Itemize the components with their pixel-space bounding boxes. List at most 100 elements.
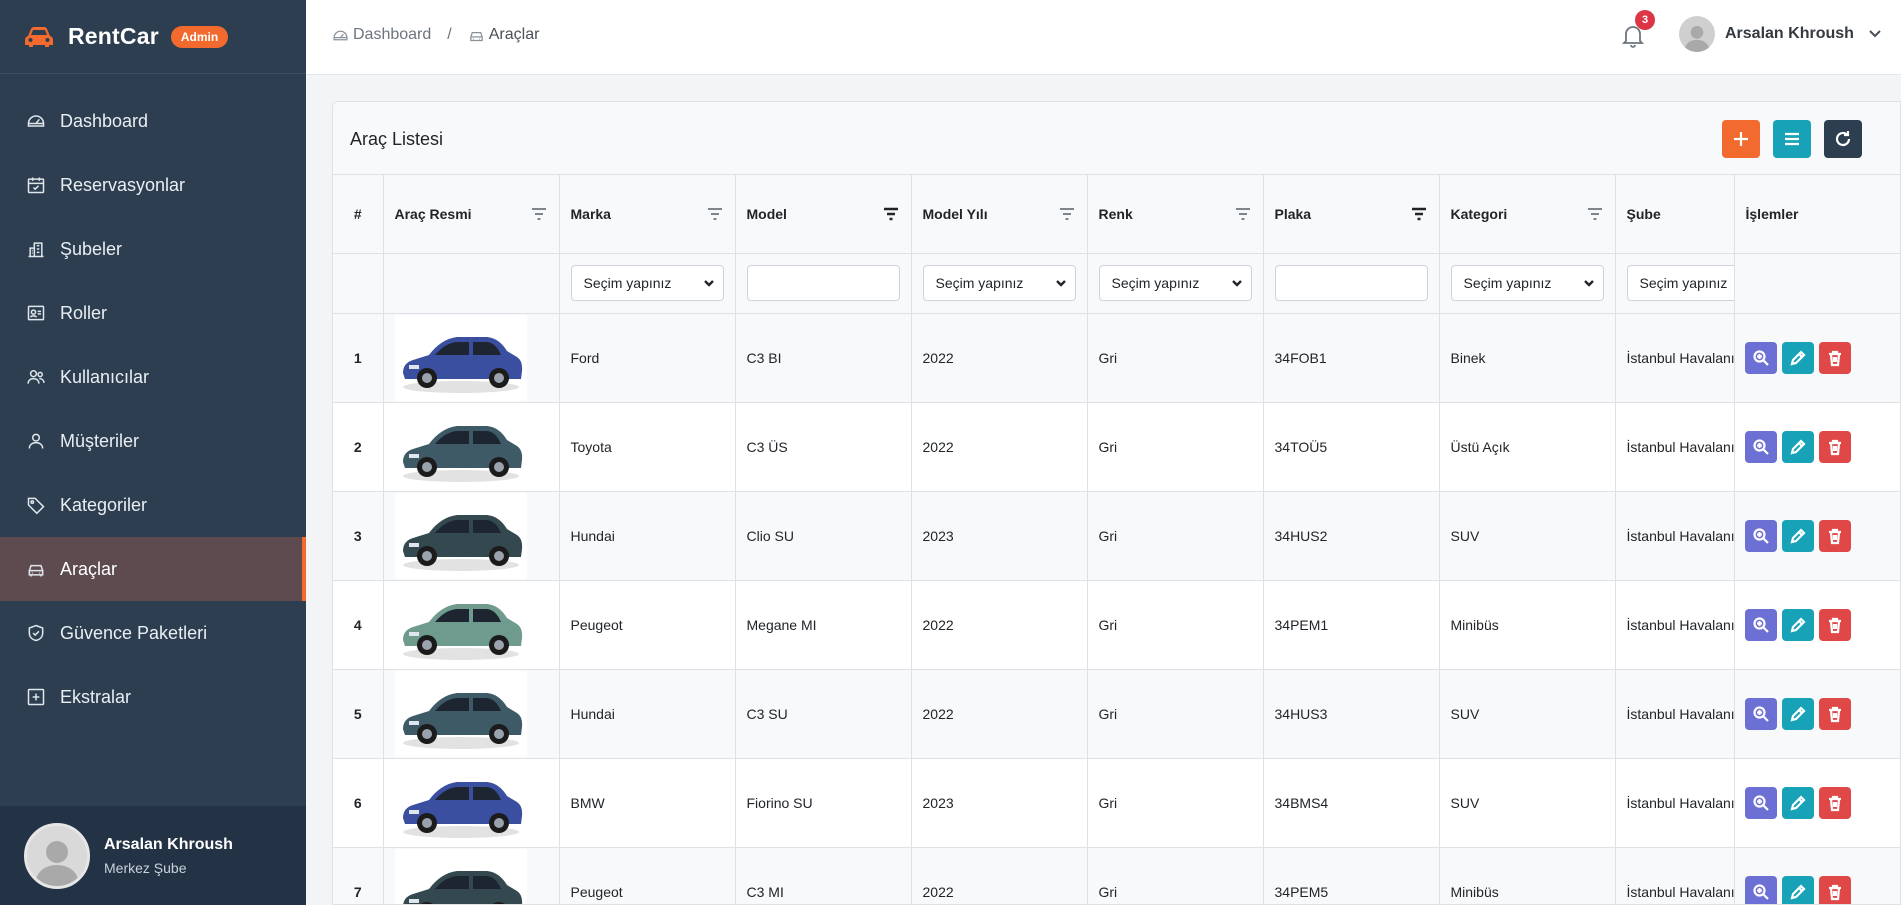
row-model: Megane MI [735,580,912,670]
delete-button[interactable] [1818,697,1851,730]
view-button[interactable] [1744,608,1777,641]
calendar-icon [27,177,45,194]
vehicle-image [394,314,527,401]
vehicle-table: # Araç Resmi Marka Model Model Yılı Renk… [333,175,1900,904]
filter-icon[interactable] [1234,205,1252,223]
trash-icon [1828,439,1841,455]
edit-button[interactable] [1781,697,1814,730]
edit-button[interactable] [1781,430,1814,463]
col-header-category[interactable]: Kategori [1439,175,1616,254]
col-header-plate[interactable]: Plaka [1263,175,1440,254]
sidebar-item-branches[interactable]: Şubeler [0,217,306,281]
col-header-brand[interactable]: Marka [559,175,736,254]
delete-button[interactable] [1818,608,1851,641]
sidebar-item-roles[interactable]: Roller [0,281,306,345]
table-row: 4 Peugeot Megane MI 2022 Gri 34PEM1 Mini… [333,580,1900,670]
year-filter-select[interactable]: Seçim yapınız [922,265,1076,301]
branch-filter-select[interactable]: Seçim yapınız [1626,265,1733,301]
breadcrumb-home[interactable]: Dashboard [332,26,431,44]
filter-cell-empty [1734,253,1900,314]
view-button[interactable] [1744,786,1777,819]
edit-button[interactable] [1781,341,1814,374]
brand-filter-select[interactable]: Seçim yapınız [570,265,724,301]
plate-filter-input[interactable] [1274,265,1428,301]
notifications-button[interactable]: 3 [1621,10,1655,50]
menu-icon [1785,132,1799,146]
sidebar-item-reservations[interactable]: Reservasyonlar [0,153,306,217]
row-number: 7 [333,847,384,904]
avatar-placeholder-icon [35,840,79,886]
filter-active-icon[interactable] [882,205,900,223]
filter-icon[interactable] [706,205,724,223]
row-branch: İstanbul Havalanı [1615,580,1735,670]
chevron-down-icon [1869,30,1881,38]
color-filter-select[interactable]: Seçim yapınız [1098,265,1252,301]
delete-button[interactable] [1818,519,1851,552]
filter-active-icon[interactable] [1410,205,1428,223]
col-header-color[interactable]: Renk [1087,175,1264,254]
sidebar-item-vehicles[interactable]: Araçlar [0,537,306,601]
refresh-button[interactable] [1824,120,1862,158]
delete-button[interactable] [1818,875,1851,904]
sidebar: RentCar Admin Dashboard Reservasyonlar Ş… [0,0,306,905]
col-header-label: Renk [1098,205,1133,222]
sidebar-item-categories[interactable]: Kategoriler [0,473,306,537]
row-plate: 34TOÜ5 [1263,402,1440,492]
card-header: Araç Listesi [333,102,1900,175]
sidebar-user-card[interactable]: Arsalan Khroush Merkez Şube [0,806,306,905]
edit-button[interactable] [1781,786,1814,819]
trash-icon [1828,617,1841,633]
table-row: 7 Peugeot C3 MI 2022 Gri 34PEM5 Minibüs … [333,847,1900,904]
view-button[interactable] [1744,697,1777,730]
view-button[interactable] [1744,341,1777,374]
sidebar-item-label: Reservasyonlar [60,174,186,195]
row-actions [1734,758,1900,848]
select-value: Seçim yapınız [1463,275,1552,291]
row-category: Minibüs [1439,847,1616,904]
column-menu-button[interactable] [1773,120,1811,158]
row-actions [1734,847,1900,904]
filter-icon[interactable] [1058,205,1076,223]
delete-button[interactable] [1818,341,1851,374]
filter-row: Seçim yapınız Seçim yapınız Seçim yapını… [333,253,1900,314]
edit-button[interactable] [1781,519,1814,552]
view-button[interactable] [1744,519,1777,552]
edit-button[interactable] [1781,608,1814,641]
sidebar-item-extras[interactable]: Ekstralar [0,665,306,729]
sidebar-item-customers[interactable]: Müşteriler [0,409,306,473]
row-actions [1734,669,1900,759]
trash-icon [1828,795,1841,811]
plus-square-icon [27,688,45,706]
view-button[interactable] [1744,430,1777,463]
row-year: 2023 [911,491,1088,581]
row-year: 2022 [911,402,1088,492]
sidebar-item-dashboard[interactable]: Dashboard [0,89,306,153]
breadcrumb-separator: / [447,26,452,43]
edit-button[interactable] [1781,875,1814,904]
table-row: 1 Ford C3 BI 2022 Gri 34FOB1 Binek İstan… [333,313,1900,403]
model-filter-input[interactable] [746,265,900,301]
row-brand: Ford [559,313,736,403]
delete-button[interactable] [1818,430,1851,463]
row-image-cell [383,758,560,848]
row-number: 1 [333,313,384,403]
row-model: C3 BI [735,313,912,403]
add-vehicle-button[interactable] [1722,120,1760,158]
brand[interactable]: RentCar Admin [0,0,306,74]
view-button[interactable] [1744,875,1777,904]
filter-icon[interactable] [530,205,548,223]
sidebar-item-users[interactable]: Kullanıcılar [0,345,306,409]
col-header-year[interactable]: Model Yılı [911,175,1088,254]
filter-icon[interactable] [1586,205,1604,223]
vehicle-list-card: Araç Listesi # Araç Resmi Marka Model Mo… [332,101,1901,905]
sidebar-item-insurance-packages[interactable]: Güvence Paketleri [0,601,306,665]
col-header-model[interactable]: Model [735,175,912,254]
delete-button[interactable] [1818,786,1851,819]
chevron-down-icon [1583,280,1594,287]
category-filter-select[interactable]: Seçim yapınız [1450,265,1604,301]
col-header-branch[interactable]: Şube [1615,175,1735,254]
user-menu[interactable]: Arsalan Khroush [1679,16,1882,52]
zoom-icon [1752,349,1769,366]
sidebar-item-label: Kullanıcılar [60,366,150,387]
col-header-image[interactable]: Araç Resmi [383,175,560,254]
